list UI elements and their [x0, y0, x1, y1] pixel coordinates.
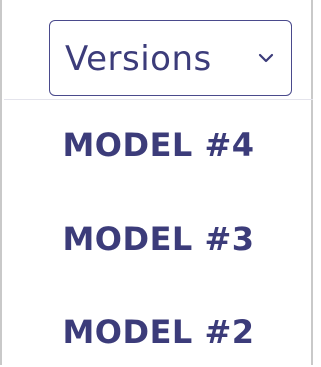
menu-item-model-3[interactable]: MODEL #3 — [4, 204, 313, 274]
versions-dropdown-label: Versions — [65, 39, 212, 79]
menu-item-label: MODEL #3 — [62, 220, 255, 258]
versions-dropdown-panel: Versions MODEL #4 MODEL #3 MODEL #2 — [0, 0, 313, 365]
menu-item-label: MODEL #2 — [62, 313, 255, 351]
menu-item-label: MODEL #4 — [62, 126, 255, 164]
chevron-down-icon — [258, 53, 274, 63]
menu-item-model-4[interactable]: MODEL #4 — [4, 110, 313, 180]
dropdown-divider — [4, 99, 313, 100]
menu-item-model-2[interactable]: MODEL #2 — [4, 297, 313, 367]
versions-dropdown-button[interactable]: Versions — [49, 20, 292, 96]
